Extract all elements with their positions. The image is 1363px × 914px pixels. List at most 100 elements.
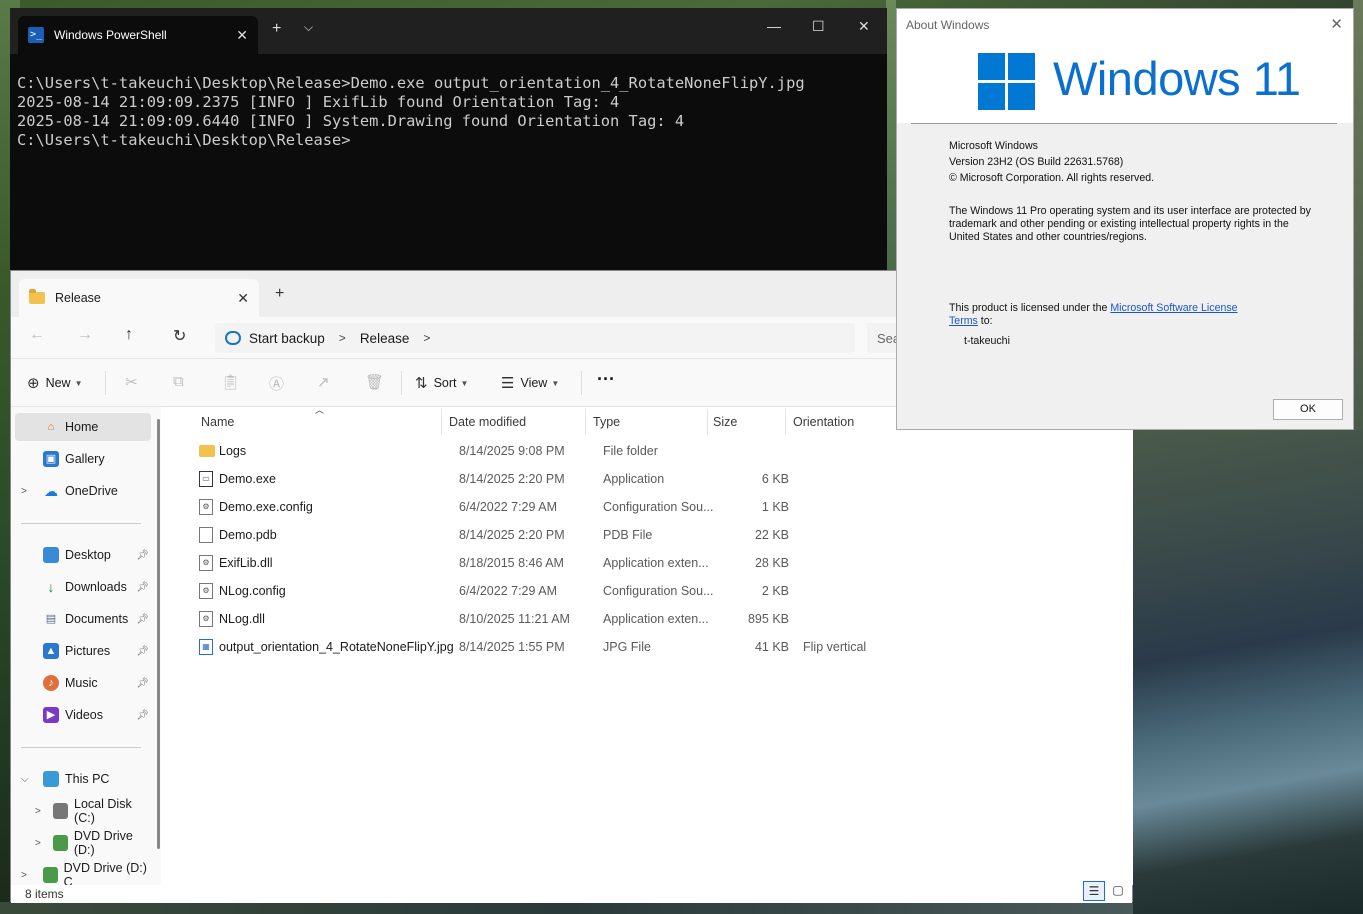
table-row[interactable]: ⚙ ExifLib.dll 8/18/2015 8:46 AM Applicat… [183,549,873,577]
desktop-background-right [1133,430,1363,914]
desktop-background-edge [1353,0,1363,430]
powershell-tab[interactable]: >_ Windows PowerShell ✕ [18,16,258,54]
close-tab-icon[interactable]: ✕ [236,27,248,44]
powershell-console[interactable]: C:\Users\t-takeuchi\Desktop\Release>Demo… [10,54,887,150]
share-icon[interactable]: ↗ [317,373,330,391]
file-size: 895 KB [747,612,789,626]
sidebar-item-music[interactable]: ♪ Music 📌︎ [15,669,151,697]
view-button[interactable]: ☰ View ▼ [501,374,559,392]
chevron-right-icon[interactable]: > [21,870,27,881]
chevron-right-icon[interactable]: > [35,838,41,849]
sidebar-scrollbar[interactable] [157,419,160,849]
refresh-icon[interactable]: ↻ [173,326,186,346]
sidebar-item-dvd[interactable]: > DVD Drive (D:) [15,829,151,857]
windows-logo-text: Windows 11 [1053,52,1301,105]
close-icon[interactable]: ✕ [1330,15,1343,33]
table-row[interactable]: ⚙ NLog.dll 8/10/2025 11:21 AM Applicatio… [183,605,873,633]
chevron-right-icon[interactable]: > [339,331,346,345]
breadcrumb-release[interactable]: Release [360,331,410,346]
sidebar-item-home[interactable]: ⌂ Home [15,413,151,441]
license-suffix: to: [977,315,993,327]
home-icon: ⌂ [47,421,55,433]
column-header-type[interactable]: Type [593,415,620,429]
rename-icon[interactable]: Ⓐ [269,373,284,394]
sidebar-item-desktop[interactable]: Desktop 📌︎ [15,541,151,569]
trademark-text: The Windows 11 Pro operating system and … [949,205,1311,243]
table-row[interactable]: ⚙ NLog.config 6/4/2022 7:29 AM Configura… [183,577,873,605]
license-prefix: This product is licensed under the [949,302,1111,314]
file-date: 8/14/2025 9:08 PM [459,444,565,458]
chevron-down-icon[interactable]: ⌵ [21,774,29,785]
file-date: 6/4/2022 7:29 AM [459,500,557,514]
paste-icon[interactable]: 📋︎ [221,373,240,391]
sort-button[interactable]: ⇅ Sort ▼ [415,374,468,392]
sidebar-item-label: DVD Drive (D:) C [63,861,147,885]
sidebar-item-localdisk[interactable]: > Local Disk (C:) [15,797,151,825]
details-view-icon[interactable]: ☰ [1083,881,1105,901]
tiles-view-icon[interactable]: ▢ [1107,881,1129,901]
column-header-name[interactable]: Name [201,415,234,429]
table-row[interactable]: Demo.pdb 8/14/2025 2:20 PM PDB File 22 K… [183,521,873,549]
forward-arrow-icon[interactable]: → [77,326,93,344]
dll-file-icon: ⚙ [199,555,213,571]
column-header-orientation[interactable]: Orientation [793,415,854,429]
sidebar-item-documents[interactable]: ▤ Documents 📌︎ [15,605,151,633]
chevron-right-icon[interactable]: > [423,331,430,345]
delete-icon[interactable]: 🗑︎ [365,373,384,391]
table-row[interactable]: ▦ output_orientation_4_RotateNoneFlipY.j… [183,633,873,661]
ok-button[interactable]: OK [1273,399,1343,420]
sidebar-item-dvd-2[interactable]: > DVD Drive (D:) C [15,861,151,885]
divider [401,371,402,395]
maximize-icon[interactable]: ☐ [812,18,825,35]
breadcrumb-backup[interactable]: Start backup [249,331,325,346]
table-row[interactable]: ▭ Demo.exe 8/14/2025 2:20 PM Application… [183,465,873,493]
new-button[interactable]: ⊕ New ▼ [27,374,83,392]
pin-icon[interactable]: 📌︎ [136,550,149,561]
column-divider[interactable] [785,409,786,435]
powershell-titlebar: >_ Windows PowerShell ✕ + ⌵ — ☐ ✕ [10,8,887,54]
status-bar-item-count: 8 items [11,885,1132,903]
file-icon [199,527,213,543]
address-bar[interactable]: Start backup > Release > [215,323,855,353]
sidebar-item-onedrive[interactable]: > ☁ OneDrive [15,477,151,505]
pin-icon[interactable]: 📌︎ [136,646,149,657]
column-header-size[interactable]: Size [713,415,737,429]
new-tab-icon[interactable]: + [272,20,281,38]
chevron-down-icon[interactable]: ⌵ [304,20,313,35]
pin-icon[interactable]: 📌︎ [136,582,149,593]
back-arrow-icon[interactable]: ← [29,326,45,344]
minimize-icon[interactable]: — [767,18,781,34]
cut-icon[interactable]: ✂ [125,373,138,391]
up-arrow-icon[interactable]: ↑ [125,326,133,344]
sidebar-item-thispc[interactable]: ⌵ This PC [15,765,151,793]
sidebar-item-pictures[interactable]: ▲ Pictures 📌︎ [15,637,151,665]
pin-icon[interactable]: 📌︎ [136,614,149,625]
see-more-button[interactable]: ··· [597,369,615,390]
chevron-right-icon[interactable]: > [35,806,41,817]
dvd-icon [43,867,58,883]
close-icon[interactable]: ✕ [858,18,870,35]
file-date: 8/14/2025 2:20 PM [459,528,565,542]
sidebar-item-label: OneDrive [65,484,118,498]
column-header-date[interactable]: Date modified [449,415,526,429]
column-divider[interactable] [585,409,586,435]
new-tab-icon[interactable]: + [275,285,284,303]
table-row[interactable]: ⚙ Demo.exe.config 6/4/2022 7:29 AM Confi… [183,493,873,521]
sidebar-item-label: Desktop [65,548,111,562]
sidebar-item-label: Home [65,420,99,434]
gallery-icon: ▣ [43,451,59,467]
close-tab-icon[interactable]: ✕ [237,290,249,307]
sidebar-item-gallery[interactable]: ▣ Gallery [15,445,151,473]
pin-icon[interactable]: 📌︎ [136,710,149,721]
image-file-icon: ▦ [199,639,213,655]
sidebar-item-videos[interactable]: ▶ Videos 📌︎ [15,701,151,729]
pin-icon[interactable]: 📌︎ [136,678,149,689]
copy-icon[interactable]: ⧉ [173,373,184,390]
table-row[interactable]: Logs 8/14/2025 9:08 PM File folder [183,437,873,465]
column-divider[interactable] [707,409,708,435]
powershell-tab-title: Windows PowerShell [54,28,167,42]
sidebar-item-downloads[interactable]: ↓ Downloads 📌︎ [15,573,151,601]
explorer-tab[interactable]: Release ✕ [19,279,259,317]
column-divider[interactable] [441,409,442,435]
chevron-right-icon[interactable]: > [21,486,27,497]
